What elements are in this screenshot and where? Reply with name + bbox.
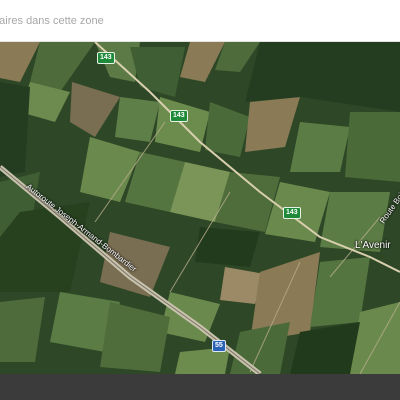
bottom-bar <box>0 374 400 400</box>
satellite-map[interactable]: 143 143 143 55 L'Avenir Autoroute Joseph… <box>0 42 400 374</box>
route-143-shield: 143 <box>283 207 301 219</box>
search-bar <box>0 0 400 42</box>
route-143-shield: 143 <box>97 52 115 64</box>
route-143-shield: 143 <box>170 110 188 122</box>
place-label-lavenir[interactable]: L'Avenir <box>355 240 391 251</box>
autoroute-55-shield: 55 <box>212 340 226 352</box>
search-input[interactable] <box>0 9 400 33</box>
